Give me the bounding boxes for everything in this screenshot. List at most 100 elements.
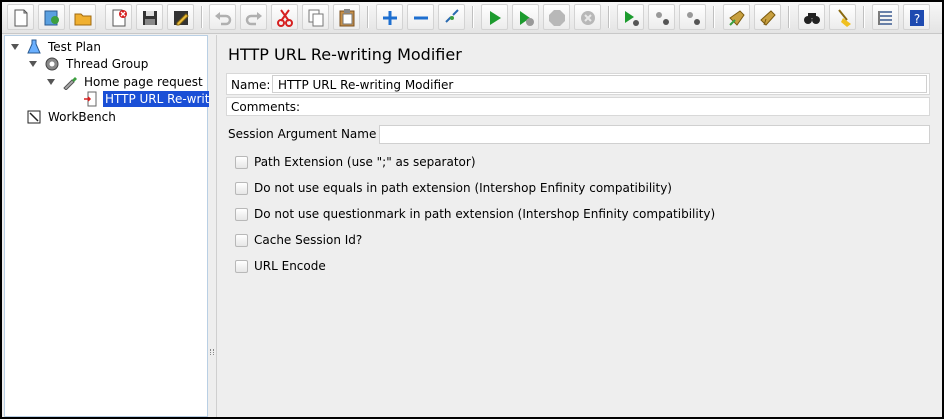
name-row: Name: HTTP URL Re-writing Modifier: [226, 73, 930, 95]
save-icon: [143, 11, 157, 25]
help-icon: ?: [910, 10, 924, 26]
open-folder-icon: [74, 13, 92, 26]
search-icon: [804, 13, 820, 24]
clear-all-icon: [760, 10, 776, 26]
stop-icon: [549, 10, 565, 26]
toolbar-separator: [863, 6, 865, 28]
tree-label: Home page request: [84, 75, 203, 89]
tree-label: Test Plan: [48, 40, 101, 54]
start-button[interactable]: [481, 4, 508, 30]
toggle-button[interactable]: [438, 4, 465, 30]
path-extension-checkbox[interactable]: Path Extension (use ";" as separator): [235, 153, 476, 171]
toolbar-separator: [788, 6, 790, 28]
toolbar-separator: [367, 6, 369, 28]
clear-all-button[interactable]: [754, 4, 781, 30]
save-button[interactable]: [136, 4, 163, 30]
page-title: HTTP URL Re-writing Modifier: [228, 45, 462, 64]
undo-icon: [215, 12, 232, 26]
modifier-icon: [83, 91, 99, 107]
checkbox-label: URL Encode: [254, 259, 326, 273]
tree-label: Thread Group: [66, 57, 149, 71]
workbench-icon: [26, 109, 42, 125]
toggle-icon: [445, 9, 459, 23]
no-equals-checkbox[interactable]: Do not use equals in path extension (Int…: [235, 179, 672, 197]
reset-search-icon: [838, 9, 851, 27]
checkbox-box[interactable]: [235, 233, 248, 247]
remote-start-icon: [625, 11, 639, 26]
test-plan-tree: Test Plan Thread Group Home page request…: [4, 35, 215, 417]
checkbox-box[interactable]: [235, 259, 248, 273]
remote-shutdown-button[interactable]: [679, 4, 706, 30]
save-as-icon: [174, 11, 189, 26]
checkbox-label: Cache Session Id?: [254, 233, 363, 247]
start-no-pause-icon: [520, 11, 534, 26]
comments-field[interactable]: Comments:: [226, 97, 930, 116]
shutdown-button[interactable]: [574, 4, 601, 30]
remote-stop-button[interactable]: [648, 4, 675, 30]
remote-stop-icon: [656, 12, 669, 25]
paste-icon: [339, 9, 355, 27]
start-icon: [490, 11, 501, 25]
tree-node-workbench[interactable]: WorkBench: [26, 108, 118, 126]
cache-session-id-checkbox[interactable]: Cache Session Id?: [235, 231, 362, 249]
clear-button[interactable]: [723, 4, 750, 30]
tree-label: WorkBench: [48, 110, 116, 124]
cut-icon: [277, 9, 293, 27]
remote-start-button[interactable]: [617, 4, 644, 30]
start-no-pauses-button[interactable]: [512, 4, 539, 30]
tree-label-selected: HTTP URL Re-writi: [103, 91, 215, 107]
name-label: Name:: [231, 78, 271, 92]
redo-button[interactable]: [240, 4, 267, 30]
remote-shutdown-icon: [687, 12, 700, 25]
stop-button[interactable]: [543, 4, 570, 30]
checkbox-box[interactable]: [235, 207, 248, 221]
copy-icon: [308, 9, 324, 27]
checkbox-box[interactable]: [235, 155, 248, 169]
split-pane-divider[interactable]: [209, 35, 215, 417]
collapse-icon: [414, 16, 428, 20]
name-field[interactable]: HTTP URL Re-writing Modifier: [272, 75, 927, 93]
save-as-button[interactable]: [167, 4, 194, 30]
url-encode-checkbox[interactable]: URL Encode: [235, 257, 326, 275]
session-argument-input[interactable]: [379, 125, 930, 144]
collapse-all-button[interactable]: [407, 4, 434, 30]
undo-button[interactable]: [209, 4, 236, 30]
tree-node-thread-group[interactable]: Thread Group: [28, 55, 150, 73]
expand-toggle-icon[interactable]: [46, 77, 56, 87]
templates-icon: [44, 10, 59, 26]
no-questionmark-checkbox[interactable]: Do not use questionmark in path extensio…: [235, 205, 715, 223]
new-button[interactable]: [7, 4, 34, 30]
open-button[interactable]: [69, 4, 96, 30]
help-glyph: ?: [914, 12, 920, 26]
function-helper-button[interactable]: [872, 4, 899, 30]
expand-toggle-icon[interactable]: [28, 59, 38, 69]
checkbox-box[interactable]: [235, 181, 248, 195]
tree-node-home-page-request[interactable]: Home page request: [46, 73, 205, 91]
session-argument-label: Session Argument Name: [228, 127, 377, 141]
copy-button[interactable]: [302, 4, 329, 30]
jmeter-window: ? Test Plan Thread Group Home page reque…: [0, 0, 944, 419]
clear-icon: [729, 10, 745, 26]
tree-node-test-plan[interactable]: Test Plan: [10, 38, 103, 56]
cut-button[interactable]: [271, 4, 298, 30]
templates-button[interactable]: [38, 4, 65, 30]
toolbar-separator: [608, 6, 610, 28]
checkbox-label: Do not use equals in path extension (Int…: [254, 181, 672, 195]
new-document-icon: [14, 9, 28, 27]
tree-node-url-rewriting[interactable]: HTTP URL Re-writi: [83, 90, 215, 108]
expand-toggle-icon[interactable]: [10, 42, 20, 52]
paste-button[interactable]: [333, 4, 360, 30]
close-icon: [112, 9, 127, 27]
comments-label: Comments:: [231, 100, 301, 114]
function-helper-icon: [878, 11, 892, 25]
toolbar: ?: [2, 2, 942, 34]
help-button[interactable]: ?: [903, 4, 930, 30]
flask-icon: [26, 39, 42, 55]
expand-icon: [383, 11, 397, 25]
reset-search-button[interactable]: [829, 4, 856, 30]
search-button[interactable]: [798, 4, 825, 30]
checkbox-label: Path Extension (use ";" as separator): [254, 155, 476, 169]
expand-all-button[interactable]: [376, 4, 403, 30]
close-button[interactable]: [105, 4, 132, 30]
gear-icon: [44, 56, 60, 72]
